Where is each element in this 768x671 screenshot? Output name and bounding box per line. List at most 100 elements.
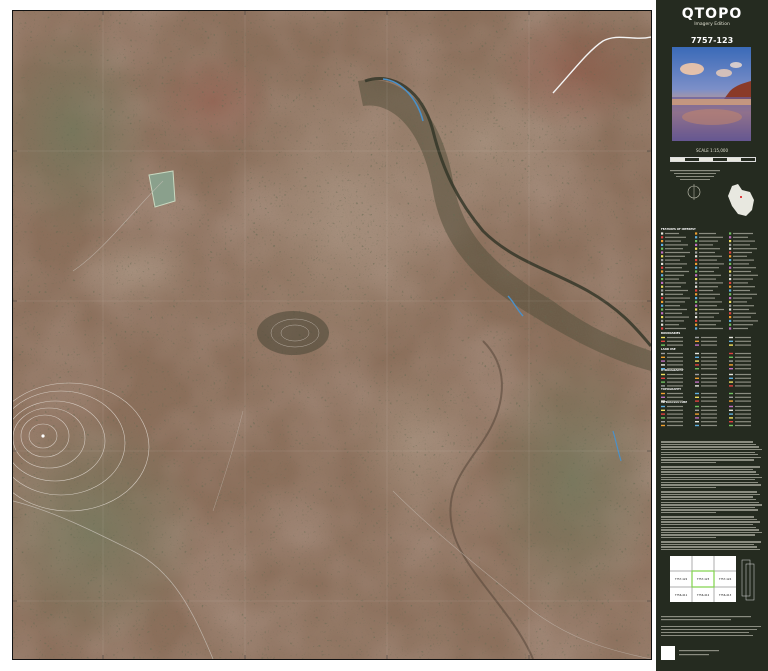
notes-text bbox=[661, 440, 763, 551]
legend-symbol-icon bbox=[661, 240, 664, 243]
legend-line-symbol bbox=[661, 368, 665, 370]
legend-symbol-icon bbox=[661, 259, 664, 262]
sheet-index: 7757-122 7757-123 7757-124 7756-411 7756… bbox=[666, 552, 758, 607]
legend-symbol-icon bbox=[729, 255, 732, 258]
legend-symbol-icon bbox=[729, 243, 732, 246]
legend-line-symbol bbox=[695, 421, 699, 423]
legend-line-symbol bbox=[729, 336, 733, 339]
legend-line-symbol bbox=[729, 413, 733, 415]
legend-symbol-icon bbox=[661, 274, 664, 277]
scale-bar bbox=[670, 157, 756, 162]
legend-panel: QTOPO Imagery Edition 7757-123 SCALE 1:1… bbox=[656, 0, 768, 671]
legend-line-symbol bbox=[661, 336, 665, 339]
legend-symbol-icon bbox=[695, 300, 698, 303]
legend-line-symbol bbox=[661, 340, 665, 342]
legend-symbol-icon bbox=[695, 240, 698, 243]
legend-symbol-icon bbox=[695, 316, 698, 319]
imagery-map[interactable] bbox=[12, 10, 652, 660]
index-sheet-3: 7757-124 bbox=[719, 577, 732, 581]
legend-heading-topography: TOPOGRAPHY bbox=[661, 387, 681, 391]
legend-symbol-icon bbox=[661, 289, 664, 292]
legend-line-symbol bbox=[695, 381, 699, 383]
legend-symbol-icon bbox=[661, 270, 664, 273]
legend-symbol-icon bbox=[729, 293, 732, 296]
legend-symbol-icon bbox=[695, 289, 698, 292]
legend-line-symbol bbox=[729, 421, 733, 423]
legend-symbol-icon bbox=[729, 236, 732, 239]
legend-symbol-icon bbox=[661, 316, 664, 319]
legend-symbol-icon bbox=[661, 255, 664, 258]
legend-symbol-icon bbox=[695, 293, 698, 296]
legend-symbol-icon bbox=[695, 236, 698, 239]
legend-symbol-icon bbox=[661, 243, 664, 246]
legend-line-symbol bbox=[661, 392, 665, 395]
legend-symbol-icon bbox=[661, 281, 664, 284]
legend-symbol-icon bbox=[695, 278, 698, 281]
legend-line-symbol bbox=[661, 344, 665, 346]
legend-line-symbol bbox=[695, 392, 699, 395]
legend-symbol-icon bbox=[661, 312, 664, 315]
legend-symbol-icon bbox=[695, 255, 698, 258]
legend-symbol-icon bbox=[661, 297, 664, 300]
legend-symbol-icon bbox=[695, 281, 698, 284]
legend-symbol-icon bbox=[729, 316, 732, 319]
sheet-number: 7757-123 bbox=[690, 36, 734, 45]
legend-heading-features: FEATURES OF INTEREST bbox=[661, 227, 696, 231]
legend-line-symbol bbox=[729, 405, 733, 408]
legend-line-symbol bbox=[661, 421, 665, 423]
index-sheet-4: 7756-411 bbox=[675, 593, 688, 597]
legend-symbol-icon bbox=[661, 327, 664, 330]
legend-symbol-icon bbox=[729, 281, 732, 284]
legend-heading-landuse: LAND USE bbox=[661, 347, 676, 351]
legend-symbol-icon bbox=[661, 247, 664, 250]
legend-line-symbol bbox=[661, 381, 665, 383]
satellite-imagery bbox=[13, 11, 651, 659]
legend-symbol-icon bbox=[729, 323, 732, 326]
legend-line-symbol bbox=[695, 396, 699, 398]
legend-symbol-icon bbox=[729, 300, 732, 303]
legend-line-symbol bbox=[695, 336, 699, 339]
legend-symbol-icon bbox=[695, 259, 698, 262]
legend-symbol-icon bbox=[695, 232, 698, 235]
legend-line-symbol bbox=[661, 352, 665, 355]
legend-symbol-icon bbox=[729, 319, 732, 322]
legend-symbol-icon bbox=[729, 251, 732, 254]
legend-line-symbol bbox=[729, 409, 733, 411]
legend-line-symbol bbox=[729, 400, 733, 402]
legend-symbol-icon bbox=[695, 243, 698, 246]
legend-symbol-icon bbox=[661, 262, 664, 265]
legend-line-symbol bbox=[729, 377, 733, 379]
legend-symbol-icon bbox=[695, 327, 698, 330]
legend-line-symbol bbox=[729, 373, 733, 376]
legend-line-symbol bbox=[729, 385, 733, 387]
legend-line-symbol bbox=[729, 392, 733, 395]
legend: FEATURES OF INTEREST BOUNDARIES LAND USE… bbox=[661, 226, 765, 436]
legend-symbol-icon bbox=[729, 232, 732, 235]
legend-line-symbol bbox=[695, 400, 699, 402]
legend-symbol-icon bbox=[729, 289, 732, 292]
legend-line-symbol bbox=[695, 409, 699, 411]
legend-symbol-icon bbox=[695, 323, 698, 326]
legend-symbol-icon bbox=[729, 247, 732, 250]
legend-line-symbol bbox=[661, 424, 665, 427]
legend-symbol-icon bbox=[661, 251, 664, 254]
legend-symbol-icon bbox=[661, 293, 664, 296]
legend-line-symbol bbox=[695, 356, 699, 358]
legend-line-symbol bbox=[695, 424, 699, 427]
legend-line-symbol bbox=[695, 344, 699, 346]
locator-map bbox=[666, 166, 758, 226]
legend-line-symbol bbox=[695, 368, 699, 370]
legend-symbol-icon bbox=[661, 278, 664, 281]
legend-symbol-icon bbox=[729, 308, 732, 311]
legend-symbol-icon bbox=[695, 270, 698, 273]
legend-line-symbol bbox=[661, 360, 665, 362]
legend-symbol-icon bbox=[729, 285, 732, 288]
legend-line-symbol bbox=[729, 381, 733, 383]
legend-symbol-icon bbox=[695, 312, 698, 315]
legend-symbol-icon bbox=[729, 278, 732, 281]
legend-symbol-icon bbox=[695, 274, 698, 277]
legend-line-symbol bbox=[729, 396, 733, 398]
footer-text bbox=[661, 612, 763, 667]
legend-symbol-icon bbox=[661, 285, 664, 288]
legend-line-symbol bbox=[661, 405, 665, 408]
